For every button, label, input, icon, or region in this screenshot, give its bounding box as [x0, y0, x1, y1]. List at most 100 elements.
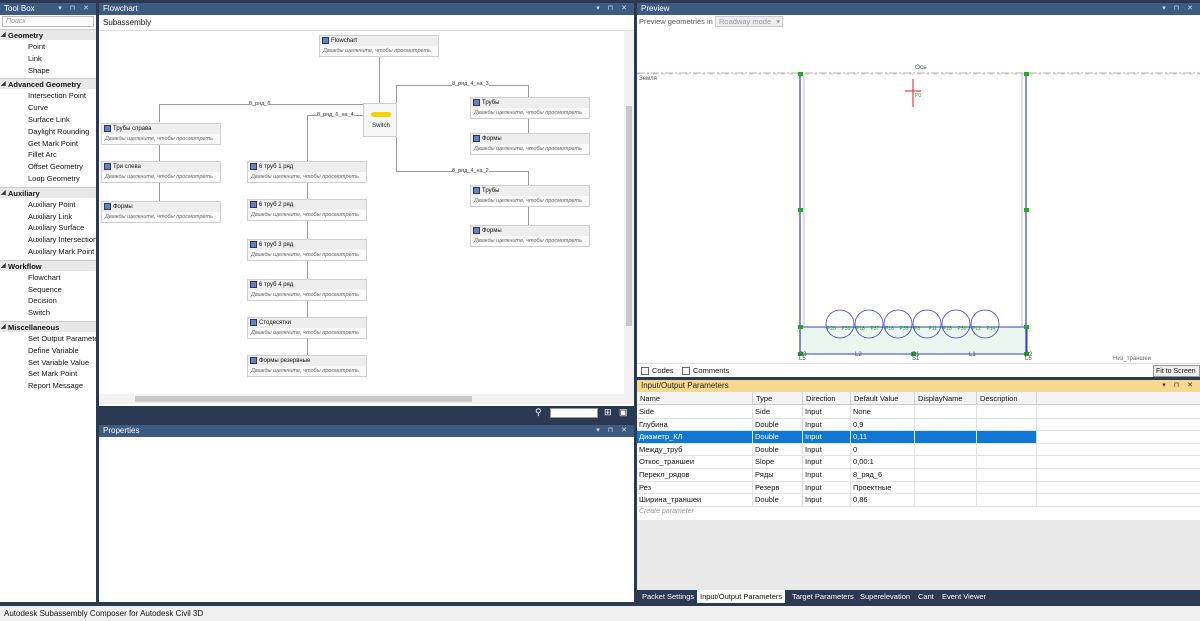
flowchart-node[interactable]: Формы Дважды щелкните, чтобы просмотреть	[470, 133, 590, 155]
tab[interactable]: Cant	[915, 590, 937, 603]
table-cell[interactable]	[977, 469, 1037, 481]
flowchart-node[interactable]: 6 труб 2 ряд Дважды щелкните, чтобы прос…	[247, 199, 367, 221]
toolbox-item[interactable]: ▤Set Output Parameter	[28, 333, 96, 344]
table-cell[interactable]: 0,11	[851, 431, 915, 444]
table-cell[interactable]	[977, 406, 1037, 418]
toolbox-item[interactable]: ▣Report Message	[28, 380, 96, 391]
table-cell[interactable]	[915, 456, 977, 469]
flowchart-node[interactable]: 6 труб 3 ряд Дважды щелкните, чтобы прос…	[247, 239, 367, 261]
toolbox-item[interactable]: ▤Set Mark Point	[28, 368, 96, 379]
table-cell[interactable]: Double	[753, 494, 803, 507]
table-row[interactable]: Между_труб Double Input 0	[637, 443, 1200, 457]
column-header[interactable]: Type	[753, 392, 803, 405]
toolbox-category[interactable]: ◢ Geometry	[0, 29, 96, 40]
table-row[interactable]: Глубина Double Input 0,9	[637, 418, 1200, 432]
toolbox-item[interactable]: ⇢Offset Geometry	[28, 161, 96, 172]
overview-icon[interactable]: ▣	[619, 407, 628, 418]
zoom-icon[interactable]: ⚲	[535, 407, 542, 418]
scroll-thumb[interactable]	[626, 106, 632, 326]
table-cell[interactable]: Input	[803, 494, 851, 507]
tab[interactable]: Target Parameters	[789, 590, 857, 603]
flowchart-node[interactable]: Трубы справа Дважды щелкните, чтобы прос…	[101, 123, 221, 145]
table-cell[interactable]: Между_труб	[637, 443, 753, 456]
toolbox-category[interactable]: ◢ Miscellaneous	[0, 321, 96, 332]
toolbox-search-input[interactable]: Поиск	[2, 16, 94, 27]
table-cell[interactable]: Double	[753, 418, 803, 431]
table-cell[interactable]: Double	[753, 431, 803, 444]
toolbox-item[interactable]: ⁄Auxiliary Link	[28, 211, 96, 222]
horizontal-scrollbar[interactable]	[99, 394, 634, 404]
fit-icon[interactable]: ⊞	[604, 407, 612, 418]
toolbox-item[interactable]: ✕Intersection Point	[28, 90, 96, 101]
toolbox-item[interactable]: ▱Shape	[28, 65, 96, 76]
preview-canvas[interactable]: Ось Земля P0 P20 P39 P18 P37 P16 P35 P8 P11 P28 P…	[637, 29, 1200, 363]
table-cell[interactable]	[915, 431, 977, 444]
table-cell[interactable]	[977, 481, 1037, 494]
zoom-select[interactable]	[550, 408, 598, 418]
flowchart-node[interactable]: 6 труб 1 ряд Дважды щелкните, чтобы прос…	[247, 161, 367, 183]
table-cell[interactable]: Резерв	[753, 481, 803, 494]
table-cell[interactable]: Side	[637, 406, 753, 418]
vertical-scrollbar[interactable]	[624, 31, 634, 394]
table-cell[interactable]: Input	[803, 418, 851, 431]
table-row[interactable]: Рез Резерв Input Проектные	[637, 481, 1200, 495]
flowchart-node[interactable]: Формы резервные Дважды щелкните, чтобы п…	[247, 355, 367, 377]
flowchart-node[interactable]: Трубы Дважды щелкните, чтобы просмотреть	[470, 97, 590, 119]
table-row[interactable]: Диаметр_КЛ Double Input 0,11	[637, 431, 1200, 444]
table-cell[interactable]: 0	[851, 443, 915, 456]
table-cell[interactable]	[915, 481, 977, 494]
comments-checkbox[interactable]	[682, 367, 690, 375]
table-row[interactable]: Перекл_рядов Ряды Input 8_ряд_6	[637, 469, 1200, 482]
table-cell[interactable]	[977, 431, 1037, 444]
preview-mode-select[interactable]: Roadway mode ▾	[715, 16, 783, 27]
toolbox-category[interactable]: ◢ Auxiliary	[0, 186, 96, 198]
table-cell[interactable]	[915, 418, 977, 431]
column-header[interactable]: Description	[977, 392, 1037, 405]
window-controls[interactable]: ▾ ⊓ ✕	[596, 3, 630, 15]
toolbox-item[interactable]: ⁄Auxiliary Surface	[28, 222, 96, 233]
table-cell[interactable]	[977, 456, 1037, 469]
table-cell[interactable]	[915, 443, 977, 456]
toolbox-item[interactable]: ◇Auxiliary Intersection	[28, 234, 96, 245]
table-cell[interactable]: Input	[803, 431, 851, 444]
table-cell[interactable]: 0,9	[851, 418, 915, 431]
fit-to-screen-button[interactable]: Fit to Screen	[1153, 365, 1200, 377]
table-cell[interactable]: Input	[803, 443, 851, 456]
toolbox-item[interactable]: ⁄Surface Link	[28, 114, 96, 125]
toolbox-item[interactable]: ◆Decision	[28, 295, 96, 306]
window-controls[interactable]: ▾ ⊓ ✕	[1162, 380, 1196, 392]
toolbox-item[interactable]: ┌Get Mark Point	[28, 138, 96, 149]
create-parameter-row[interactable]: Create parameter	[639, 508, 694, 515]
codes-checkbox[interactable]	[641, 367, 649, 375]
breadcrumb[interactable]: Subassembly	[103, 18, 151, 27]
table-cell[interactable]	[977, 418, 1037, 431]
table-cell[interactable]: Проектные	[851, 481, 915, 494]
column-header[interactable]: Default Value	[851, 392, 915, 405]
toolbox-item[interactable]: ◆Daylight Rounding	[28, 126, 96, 137]
window-controls[interactable]: ▾ ⊓ ✕	[58, 3, 92, 15]
tab[interactable]: Superelevation	[857, 590, 913, 603]
toolbox-item[interactable]: ▦Flowchart	[28, 272, 96, 283]
toolbox-item[interactable]: ◯Auxiliary Mark Point	[28, 246, 96, 257]
switch-node[interactable]: Switch	[363, 103, 397, 137]
column-header[interactable]: Direction	[803, 392, 851, 405]
toolbox-item[interactable]: ◌Auxiliary Point	[28, 199, 96, 210]
table-cell[interactable]: 0,00:1	[851, 456, 915, 469]
flowchart-node[interactable]: Трубы Дважды щелкните, чтобы просмотреть	[470, 185, 590, 207]
column-header[interactable]: DisplayName	[915, 392, 977, 405]
table-cell[interactable]: Input	[803, 456, 851, 469]
toolbox-item[interactable]: ⁄Link	[28, 53, 96, 64]
table-cell[interactable]: Глубина	[637, 418, 753, 431]
toolbox-item[interactable]: ▤Define Variable	[28, 345, 96, 356]
table-cell[interactable]: Input	[803, 469, 851, 481]
table-row[interactable]: Side Side Input None	[637, 406, 1200, 419]
toolbox-category[interactable]: ◢ Workflow	[0, 259, 96, 271]
toolbox-category[interactable]: ◢ Advanced Geometry	[0, 78, 96, 90]
flowchart-canvas[interactable]: Subassembly 8_ряд_6 8_ряд_6_на_4 8_ряд_4…	[99, 15, 634, 406]
flowchart-node[interactable]: 6 труб 4 ряд Дважды щелкните, чтобы прос…	[247, 279, 367, 301]
table-cell[interactable]: Side	[753, 406, 803, 418]
toolbox-item[interactable]: ◯Loop Geometry	[28, 173, 96, 184]
window-controls[interactable]: ▾ ⊓ ✕	[1162, 3, 1196, 15]
toolbox-item[interactable]: ▤Set Variable Value	[28, 357, 96, 368]
table-cell[interactable]	[977, 494, 1037, 507]
